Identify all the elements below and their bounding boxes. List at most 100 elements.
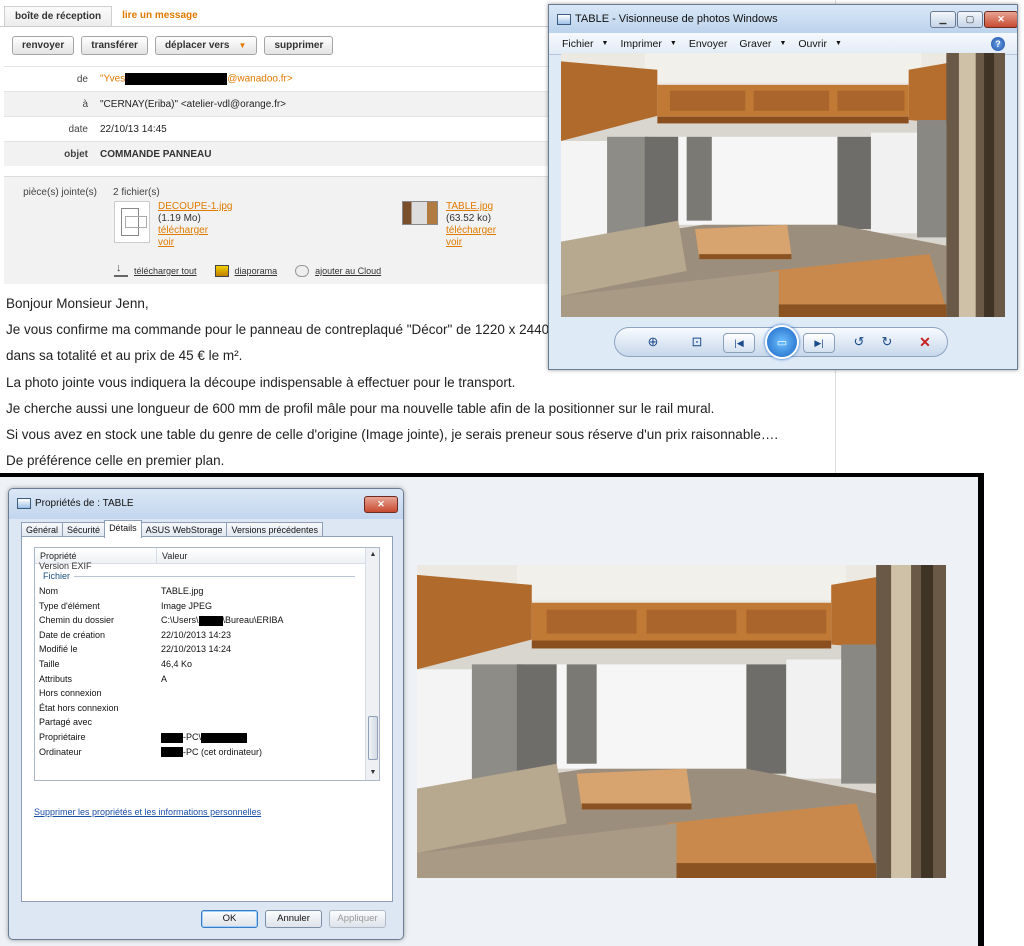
vertical-scrollbar[interactable]: ▲ ▼ xyxy=(365,548,379,780)
attachment-thumbnail[interactable] xyxy=(402,201,438,225)
rotate-right-icon[interactable]: ↻ xyxy=(877,333,897,351)
close-button[interactable]: ✕ xyxy=(364,496,398,513)
property-key: État hors connexion xyxy=(39,702,119,713)
slideshow-link[interactable]: diaporama xyxy=(214,265,278,277)
property-value: Image JPEG xyxy=(161,600,213,611)
move-to-button-label: déplacer vers xyxy=(164,40,230,51)
property-key: Type d'élément xyxy=(39,600,100,611)
attachment-name-link[interactable]: TABLE.jpg xyxy=(446,201,496,213)
delete-button-label: supprimer xyxy=(274,40,324,51)
property-value: 46,4 Ko xyxy=(161,658,193,669)
zoom-icon[interactable]: ⊕ xyxy=(643,333,663,351)
close-button[interactable]: ✕ xyxy=(984,11,1017,28)
chevron-down-icon: ▼ xyxy=(238,41,247,50)
menu-print-label: Imprimer xyxy=(620,37,662,50)
property-row[interactable]: Chemin du dossier C:\Users\ \Bureau\ERIBA xyxy=(39,613,284,628)
viewer-title-bar[interactable]: TABLE - Visionneuse de photos Windows ▁ … xyxy=(549,5,1017,33)
apply-button[interactable]: Appliquer xyxy=(329,910,386,928)
property-row[interactable]: Propriétaire -PC\ xyxy=(39,730,284,745)
attachment-size: (63.52 ko) xyxy=(446,213,492,224)
property-key: Date de création xyxy=(39,629,106,640)
group-header-file: Fichier xyxy=(43,571,355,581)
slideshow-button[interactable]: ▭ xyxy=(765,325,799,359)
email-toolbar: renvoyer transférer déplacer vers ▼ suppr… xyxy=(12,36,334,55)
maximize-button[interactable]: ▢ xyxy=(957,11,983,28)
column-value[interactable]: Valeur xyxy=(157,548,187,563)
minimize-button[interactable]: ▁ xyxy=(930,11,956,28)
attachment-view-link[interactable]: voir xyxy=(158,237,232,249)
property-row[interactable]: Taille 46,4 Ko xyxy=(39,657,284,672)
black-border-right xyxy=(978,473,984,946)
properties-dialog: Propriétés de : TABLE ✕ Général Sécurité… xyxy=(8,488,404,940)
redacted-block xyxy=(125,73,228,85)
property-key: Taille xyxy=(39,658,60,669)
attachment-name-link[interactable]: DECOUPE-1.jpg xyxy=(158,201,232,213)
cancel-button[interactable]: Annuler xyxy=(265,910,322,928)
property-key: Nom xyxy=(39,586,59,596)
property-key: Attributs xyxy=(39,673,73,684)
property-row[interactable]: Type d'élément Image JPEG xyxy=(39,599,284,614)
property-value: C:\Users\ \Bureau\ERIBA xyxy=(161,613,284,628)
property-value: 22/10/2013 14:23 xyxy=(161,629,232,640)
tab-details[interactable]: Détails xyxy=(104,520,142,538)
menu-burn-label: Graver xyxy=(739,37,772,50)
help-icon[interactable]: ? xyxy=(991,37,1005,51)
attachments-label: pièce(s) jointe(s) xyxy=(23,187,97,198)
delete-button[interactable]: supprimer xyxy=(264,36,334,55)
attachment-view-link[interactable]: voir xyxy=(446,237,496,249)
slideshow-label: diaporama xyxy=(234,266,278,276)
property-key: Chemin du dossier xyxy=(39,615,115,626)
menu-print[interactable]: Imprimer ▼ xyxy=(620,38,676,50)
remove-properties-link[interactable]: Supprimer les propriétés et les informat… xyxy=(34,807,261,817)
menu-file-label: Fichier xyxy=(562,37,594,50)
property-row[interactable]: Ordinateur -PC (cet ordinateur) xyxy=(39,745,284,760)
rotate-left-icon[interactable]: ↺ xyxy=(849,333,869,351)
date-label: date xyxy=(68,123,88,135)
chevron-down-icon: ▼ xyxy=(834,40,842,47)
photo-viewer-window: TABLE - Visionneuse de photos Windows ▁ … xyxy=(548,4,1018,370)
reply-button[interactable]: renvoyer xyxy=(12,36,75,55)
previous-button[interactable]: |◀ xyxy=(723,333,755,353)
attachment-download-link[interactable]: télécharger xyxy=(446,225,496,237)
property-row[interactable]: État hors connexion xyxy=(39,701,284,716)
property-row[interactable]: Modifié le 22/10/2013 14:24 xyxy=(39,642,284,657)
property-row[interactable]: Nom TABLE.jpg xyxy=(39,584,284,599)
property-rows: Nom TABLE.jpg Type d'élément Image JPEG Ch… xyxy=(39,584,284,759)
add-to-cloud-link[interactable]: ajouter au Cloud xyxy=(295,265,381,277)
property-value: 22/10/2013 14:24 xyxy=(161,644,232,655)
next-button[interactable]: ▶| xyxy=(803,333,835,353)
property-row[interactable]: Date de création 22/10/2013 14:23 xyxy=(39,628,284,643)
actual-size-icon[interactable]: ⊡ xyxy=(687,333,707,351)
menu-open[interactable]: Ouvrir ▼ xyxy=(798,38,842,50)
attachment-download-link[interactable]: télécharger xyxy=(158,225,232,237)
property-row-partial: Version EXIF xyxy=(39,561,92,571)
body-line: La photo jointe vous indiquera la découp… xyxy=(6,374,516,390)
property-row[interactable]: Hors connexion xyxy=(39,686,284,701)
scroll-up-icon[interactable]: ▲ xyxy=(366,548,379,562)
group-label: Fichier xyxy=(43,571,71,581)
property-row[interactable]: Attributs A xyxy=(39,672,284,687)
attachment-thumbnail[interactable] xyxy=(114,201,150,243)
from-domain: @wanadoo.fr> xyxy=(227,73,293,85)
scrollbar-thumb[interactable] xyxy=(368,716,378,760)
details-panel: Propriété Valeur Version EXIF Fichier No… xyxy=(21,536,393,902)
download-all-link[interactable]: télécharger tout xyxy=(114,262,197,277)
properties-title-bar[interactable]: Propriétés de : TABLE ✕ xyxy=(9,489,403,519)
scroll-down-icon[interactable]: ▼ xyxy=(366,766,379,780)
menu-file[interactable]: Fichier ▼ xyxy=(562,38,608,50)
menu-send[interactable]: Envoyer xyxy=(689,38,728,50)
menu-send-label: Envoyer xyxy=(688,37,728,50)
tab-read-message[interactable]: lire un message xyxy=(112,6,208,26)
delete-icon[interactable]: ✕ xyxy=(915,333,935,351)
minimize-icon: ▁ xyxy=(939,14,947,24)
attachment-size: (1.19 Mo) xyxy=(158,213,201,224)
tab-inbox[interactable]: boîte de réception xyxy=(4,6,113,26)
viewer-menu-bar: Fichier ▼ Imprimer ▼ Envoyer Graver ▼ Ouvri… xyxy=(549,33,1017,55)
property-row[interactable]: Partagé avec xyxy=(39,715,284,730)
ok-button[interactable]: OK xyxy=(201,910,258,928)
menu-burn[interactable]: Graver ▼ xyxy=(739,38,786,50)
window-controls: ▁ ▢ ✕ xyxy=(930,11,1017,28)
move-to-button[interactable]: déplacer vers ▼ xyxy=(154,36,258,55)
forward-button[interactable]: transférer xyxy=(81,36,148,55)
black-border-top xyxy=(0,473,982,477)
